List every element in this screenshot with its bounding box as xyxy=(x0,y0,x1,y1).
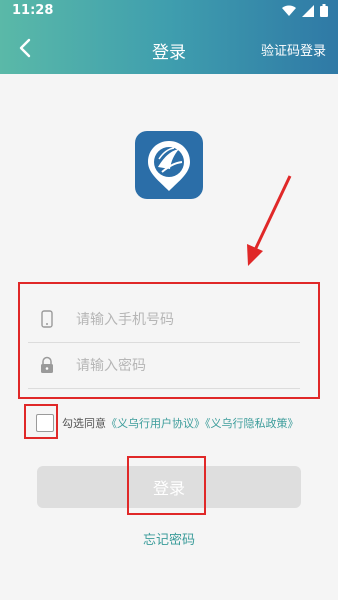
user-agreement-link[interactable]: 《义乌行用户协议》 xyxy=(106,417,205,430)
status-bar: 11:28 xyxy=(0,0,338,24)
annotation-box-login xyxy=(127,456,206,515)
agreement-prefix: 勾选同意 xyxy=(62,417,106,430)
sms-login-link[interactable]: 验证码登录 xyxy=(261,40,326,59)
status-time: 11:28 xyxy=(12,3,54,18)
logo-icon xyxy=(148,141,190,191)
agreement-row: 勾选同意《义乌行用户协议》《义乌行隐私政策》 xyxy=(36,414,299,432)
signal-icon xyxy=(302,4,314,17)
agreement-text: 勾选同意《义乌行用户协议》《义乌行隐私政策》 xyxy=(62,415,299,431)
status-icons xyxy=(282,4,328,17)
wifi-icon xyxy=(282,4,296,16)
privacy-policy-link[interactable]: 《义乌行隐私政策》 xyxy=(205,417,299,430)
annotation-box-checkbox xyxy=(24,404,58,439)
battery-icon xyxy=(320,4,328,17)
app-logo xyxy=(135,131,203,199)
forgot-password-link[interactable]: 忘记密码 xyxy=(0,529,338,548)
app-header: 登录 验证码登录 xyxy=(0,24,338,74)
annotation-box-inputs xyxy=(18,282,320,399)
